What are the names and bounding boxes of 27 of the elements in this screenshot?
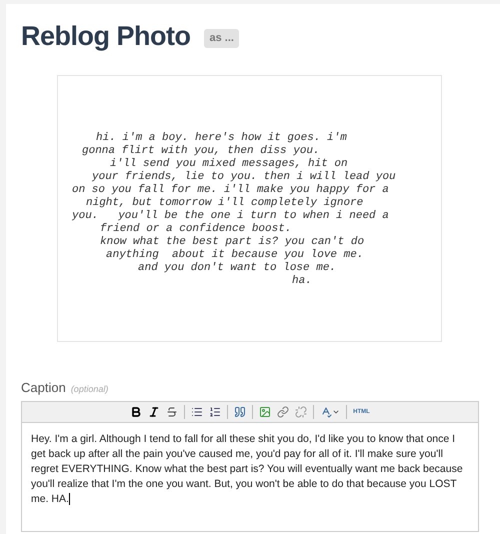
photo-text-line: hi. i'm a boy. here's how it goes. i'm xyxy=(95,132,348,144)
strikethrough-icon xyxy=(166,406,178,418)
caption-field[interactable]: Hey. I'm a girl. Although I tend to fall for all these shit you do, I'd like you to know that once I get back up after all the pain you've caused me, you'd pay for all of it. I'll make sure you'll regret EVERYTHING. Know what the best part is? You will eventually want me back because you'll realize that I'm the one you want. But, you won't be able to do that because you LOST me. HA. xyxy=(22,423,478,531)
quote-icon xyxy=(234,406,246,418)
spellcheck-icon xyxy=(320,406,332,418)
bold-icon xyxy=(130,406,142,418)
link-icon xyxy=(277,406,290,418)
photo-text-line: and you don't want to lose me. xyxy=(137,262,338,274)
page-title: Reblog Photo xyxy=(21,20,190,53)
unlink-icon xyxy=(295,406,308,418)
photo-text-line: anything about it because you love me. xyxy=(105,248,364,262)
photo-text-line: on so you fall for me. i'll make you happy for a xyxy=(72,184,390,196)
caret-icon xyxy=(332,408,340,416)
photo-text-line: friend or a confidence boost. xyxy=(99,222,292,236)
photo-text-line: gonna flirt with you, then diss you. xyxy=(81,144,321,158)
image-icon xyxy=(259,406,272,418)
photo-text-line: you. you'll be the one i turn to when i need a xyxy=(72,210,390,222)
optional-hint: (optional) xyxy=(70,382,108,396)
photo-text-line: your friends, lie to you. then i will lead you xyxy=(91,170,397,184)
photo-text-line: i'll send you mixed messages, hit on xyxy=(109,158,349,170)
photo-text-line: night, but tomorrow i'll completely ignore xyxy=(85,196,364,210)
italic-icon xyxy=(148,406,160,418)
caption-label: Caption xyxy=(21,378,66,397)
photo-text-line: ha. xyxy=(291,274,313,288)
numbered-list-icon xyxy=(209,406,222,418)
photo-text-line: know what the best part is? you can't do xyxy=(99,236,366,248)
as-button[interactable]: as ... xyxy=(204,29,239,48)
